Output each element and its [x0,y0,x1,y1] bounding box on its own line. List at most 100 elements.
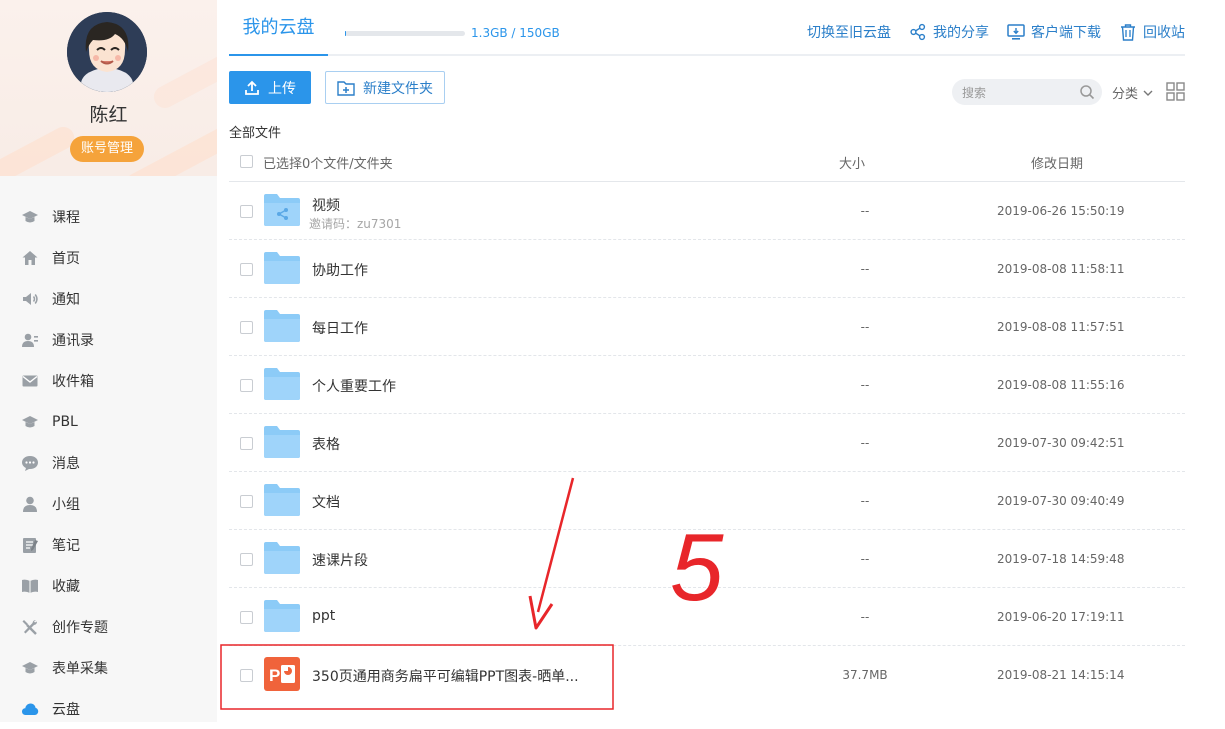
chevron-down-icon [1143,90,1153,96]
tools-icon [20,617,40,637]
sidebar-item-0[interactable]: 课程 [0,196,217,237]
top-actions: 切换至旧云盘 我的分享 客户端下载 回收站 [807,22,1185,42]
sidebar-item-2[interactable]: 通知 [0,278,217,319]
tab-my-cloud[interactable]: 我的云盘 [229,0,328,56]
select-all-checkbox[interactable] [240,155,253,168]
row-checkbox[interactable] [240,321,253,334]
sidebar-item-label: PBL [52,413,78,430]
upload-button[interactable]: 上传 [229,71,311,104]
new-folder-button[interactable]: 新建文件夹 [325,71,445,104]
row-checkbox[interactable] [240,611,253,624]
search-input[interactable]: 搜索 [952,79,1102,105]
new-folder-icon [337,80,355,96]
account-management-button[interactable]: 账号管理 [70,136,144,162]
file-size: 37.7MB [842,668,888,682]
file-name[interactable]: 文档 [312,492,340,512]
table-row[interactable]: ppt -- 2019-06-20 17:19:11 [229,588,1185,646]
sidebar-item-5[interactable]: PBL [0,401,217,442]
sidebar-item-9[interactable]: 收藏 [0,565,217,606]
file-name[interactable]: 表格 [312,434,340,454]
table-row[interactable]: 视频 邀请码：zu7301 -- 2019-06-26 15:50:19 [229,182,1185,240]
monitor-icon [1007,24,1025,40]
sidebar: 陈红 账号管理 课程首页 通知通讯录收件箱 PBL 消息小组笔记 收藏创作专题表单采集云… [0,0,217,722]
file-size: -- [860,262,870,276]
avatar[interactable] [67,12,147,92]
profile-panel: 陈红 账号管理 [0,0,217,176]
sort-label: 分类 [1112,87,1139,102]
sort-dropdown[interactable]: 分类 [1112,83,1153,102]
folder-icon[interactable] [263,309,301,343]
file-name[interactable]: 视频 [312,195,340,215]
shared-folder-icon[interactable] [263,193,301,227]
sidebar-item-6[interactable]: 消息 [0,442,217,483]
sidebar-item-label: 课程 [52,209,80,226]
table-row[interactable]: 速课片段 -- 2019-07-18 14:59:48 [229,530,1185,588]
recycle-bin-label: 回收站 [1143,25,1185,41]
sidebar-item-4[interactable]: 收件箱 [0,360,217,401]
file-modified-date: 2019-08-08 11:58:11 [997,262,1125,276]
file-name[interactable]: 350页通用商务扁平可编辑PPT图表-晒单... [312,666,579,686]
sidebar-item-label: 收件箱 [52,373,94,390]
upload-label: 上传 [268,80,296,97]
share-icon [910,23,926,41]
row-checkbox[interactable] [240,669,253,682]
file-name[interactable]: ppt [312,608,335,624]
file-modified-date: 2019-08-21 14:15:14 [997,668,1125,682]
contacts-icon [20,330,40,350]
file-modified-date: 2019-06-26 15:50:19 [997,204,1125,218]
row-checkbox[interactable] [240,437,253,450]
ppt-file-icon[interactable]: P [263,657,301,691]
sidebar-nav: 课程首页 通知通讯录收件箱 PBL 消息小组笔记 收藏创作专题表单采集云盘 [0,196,217,729]
recycle-bin-link[interactable]: 回收站 [1119,22,1185,42]
file-size: -- [860,320,870,334]
folder-icon[interactable] [263,367,301,401]
folder-icon[interactable] [263,541,301,575]
notebook-icon [20,535,40,555]
row-checkbox[interactable] [240,205,253,218]
my-share-link[interactable]: 我的分享 [909,22,989,42]
sidebar-item-label: 云盘 [52,701,80,718]
row-checkbox[interactable] [240,379,253,392]
file-size: -- [860,494,870,508]
sidebar-item-8[interactable]: 笔记 [0,524,217,565]
sidebar-item-1[interactable]: 首页 [0,237,217,278]
row-checkbox[interactable] [240,263,253,276]
row-checkbox[interactable] [240,495,253,508]
file-name[interactable]: 每日工作 [312,318,368,338]
file-name[interactable]: 速课片段 [312,550,368,570]
table-row[interactable]: 个人重要工作 -- 2019-08-08 11:55:16 [229,356,1185,414]
table-row[interactable]: 协助工作 -- 2019-08-08 11:58:11 [229,240,1185,298]
client-download-label: 客户端下载 [1031,25,1101,41]
switch-old-cloud-link[interactable]: 切换至旧云盘 [807,22,891,42]
column-header-date[interactable]: 修改日期 [1031,153,1083,172]
table-row[interactable]: 每日工作 -- 2019-08-08 11:57:51 [229,298,1185,356]
file-size: -- [860,552,870,566]
sidebar-item-11[interactable]: 表单采集 [0,647,217,688]
sidebar-item-12[interactable]: 云盘 [0,688,217,729]
search-icon[interactable] [1079,84,1095,100]
breadcrumb[interactable]: 全部文件 [229,122,281,141]
sidebar-item-3[interactable]: 通讯录 [0,319,217,360]
user-name: 陈红 [89,104,128,126]
client-download-link[interactable]: 客户端下载 [1007,22,1101,42]
table-row[interactable]: 文档 -- 2019-07-30 09:40:49 [229,472,1185,530]
file-name[interactable]: 协助工作 [312,260,368,280]
row-checkbox[interactable] [240,553,253,566]
folder-icon[interactable] [263,425,301,459]
folder-icon[interactable] [263,599,301,633]
inbox-icon [20,371,40,391]
folder-icon[interactable] [263,251,301,285]
sidebar-item-label: 创作专题 [52,619,108,636]
sidebar-item-7[interactable]: 小组 [0,483,217,524]
graduation-cap-icon [20,207,40,227]
table-header: 已选择0个文件/文件夹 大小 修改日期 [229,143,1185,182]
column-header-size[interactable]: 大小 [839,153,865,172]
folder-icon[interactable] [263,483,301,517]
table-row[interactable]: 表格 -- 2019-07-30 09:42:51 [229,414,1185,472]
sidebar-item-label: 小组 [52,496,80,513]
sidebar-item-10[interactable]: 创作专题 [0,606,217,647]
sidebar-item-label: 通讯录 [52,332,94,349]
table-row[interactable]: P 350页通用商务扁平可编辑PPT图表-晒单... 37.7MB 2019-08-2… [229,646,1185,704]
file-name[interactable]: 个人重要工作 [312,376,396,396]
grid-view-icon[interactable] [1166,82,1185,101]
